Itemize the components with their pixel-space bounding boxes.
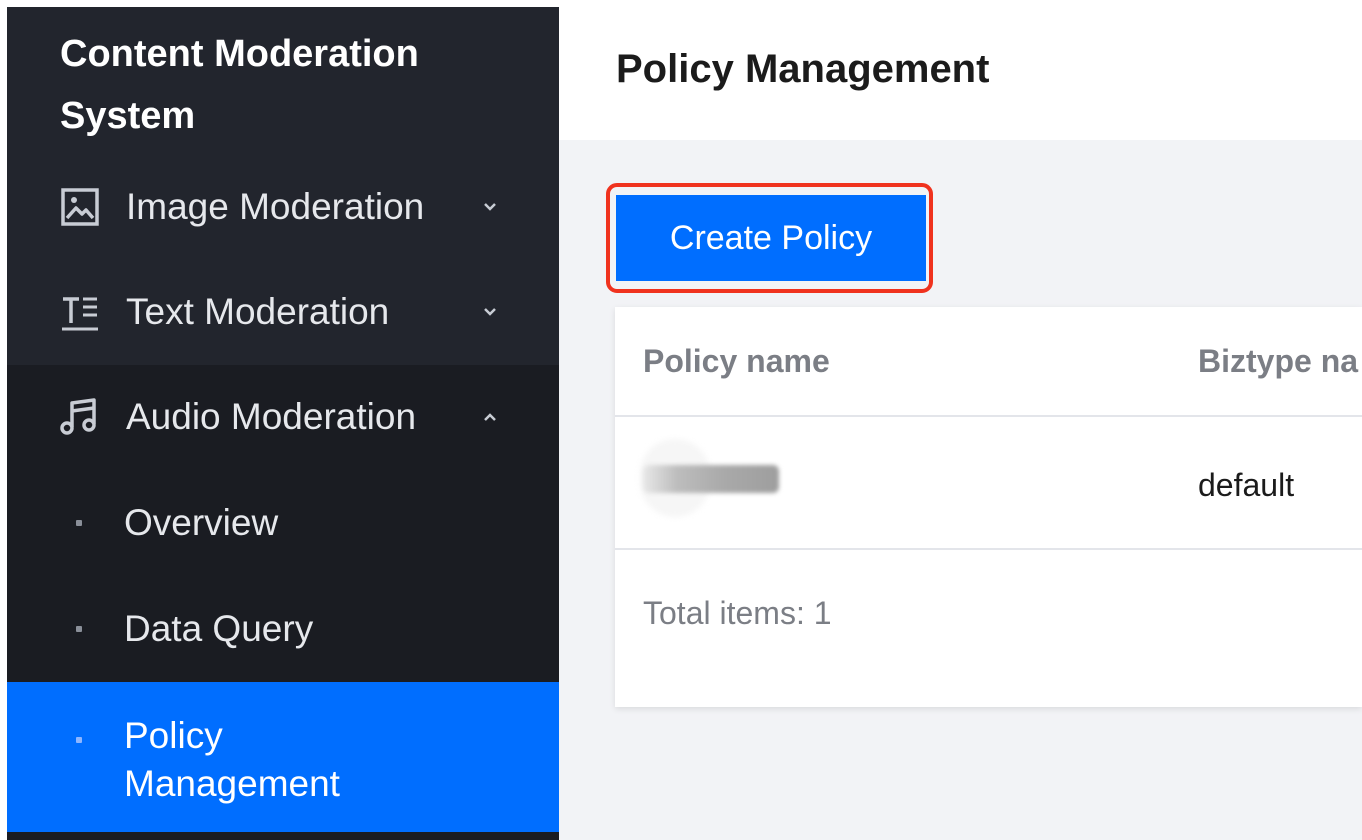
page-header: Policy Management (559, 7, 1362, 140)
bullet-icon (76, 737, 82, 743)
sidebar-item-image-moderation[interactable]: Image Moderation (7, 155, 559, 259)
table-cell-biztype: default (1198, 467, 1295, 503)
create-policy-button[interactable]: Create Policy (616, 195, 926, 281)
sidebar-item-audio-moderation[interactable]: Audio Moderation (7, 365, 559, 469)
sidebar-item-label: Text Moderation (126, 291, 390, 332)
column-header-policy-name[interactable]: Policy name (643, 307, 830, 415)
divider (615, 548, 1362, 550)
top-border (0, 0, 1362, 7)
bullet-icon (76, 626, 82, 632)
brand-title: Content Moderation System (60, 33, 419, 137)
chevron-down-icon (484, 203, 496, 211)
bullet-icon (76, 520, 82, 526)
sidebar-subitem-label: Overview (124, 502, 279, 543)
page-title: Policy Management (616, 47, 990, 91)
music-icon (60, 398, 96, 435)
sidebar-subitem-label: Data Query (124, 608, 314, 649)
divider (615, 415, 1362, 417)
redacted-policy-name (643, 465, 779, 493)
text-icon (62, 297, 98, 331)
sidebar-subitem-data-query[interactable]: Data Query (7, 576, 559, 682)
sidebar-subitem-label: Policy Management (124, 715, 340, 804)
chevron-down-icon (484, 308, 496, 316)
total-items: Total items: 1 (643, 595, 832, 631)
chevron-up-icon (484, 413, 496, 421)
sidebar-item-text-moderation[interactable]: Text Moderation (7, 260, 559, 364)
main-content: Create Policy Policy name Biztype na def… (559, 140, 1362, 840)
sidebar-item-label: Audio Moderation (126, 396, 417, 437)
sidebar-subitem-policy-management[interactable]: Policy Management (7, 682, 559, 832)
sidebar-subitem-overview[interactable]: Overview (7, 470, 559, 576)
sidebar-item-label: Image Moderation (126, 186, 425, 227)
column-header-biztype-name[interactable]: Biztype na (1198, 307, 1358, 415)
image-icon (61, 188, 99, 226)
sidebar: Content Moderation System Image Moderati… (7, 7, 559, 840)
policy-table: Policy name Biztype na default Total ite… (615, 307, 1362, 707)
